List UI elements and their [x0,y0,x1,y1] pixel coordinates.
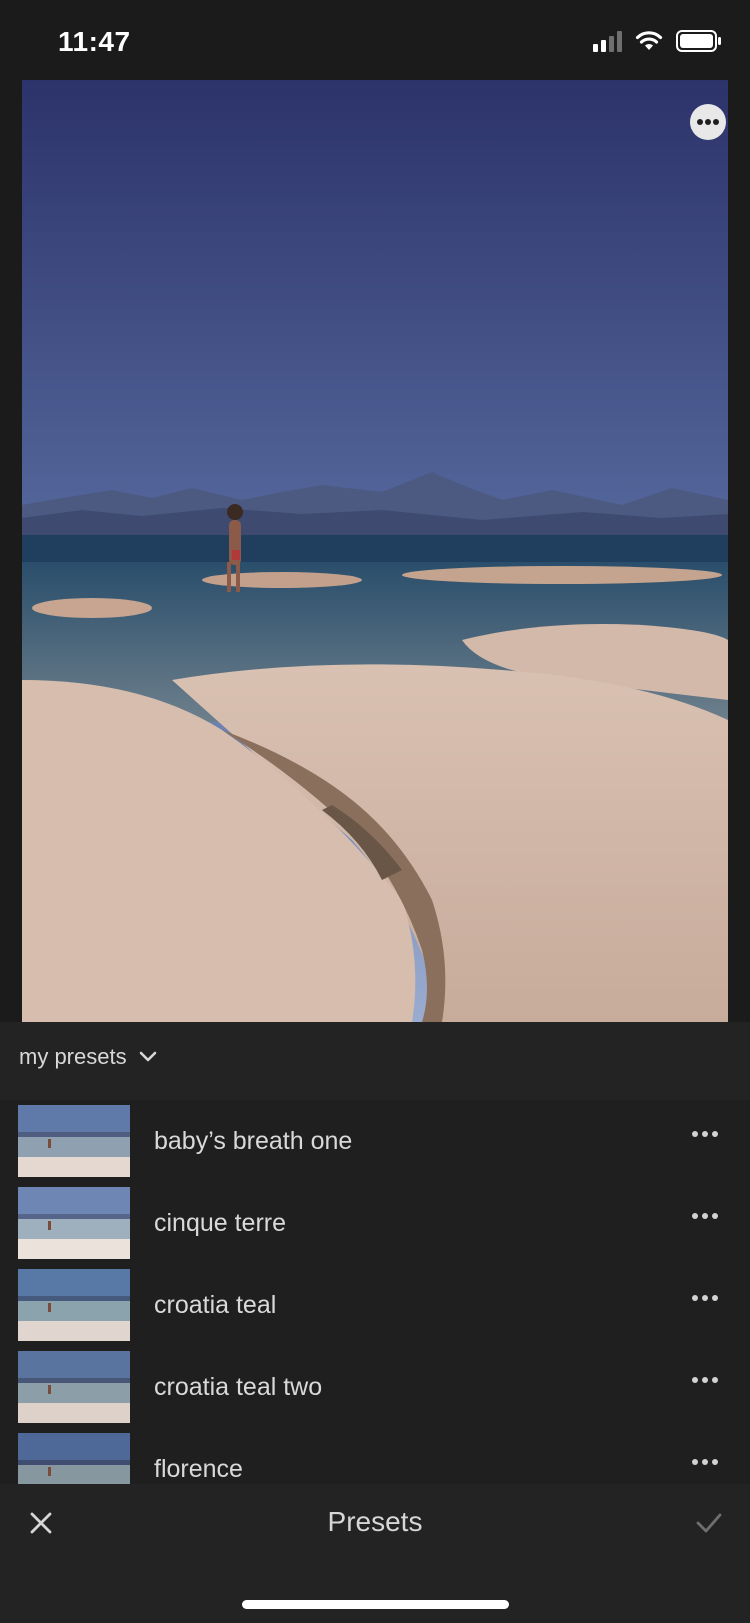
preset-thumbnail [18,1351,130,1423]
checkmark-icon [696,1513,722,1533]
status-bar: 11:47 [0,0,750,80]
presets-header: my presets [0,1022,750,1100]
preset-thumbnail [18,1269,130,1341]
preset-name: cinque terre [154,1208,287,1237]
wifi-icon [635,31,663,50]
chevron-down-icon [139,1051,156,1062]
status-time: 11:47 [58,26,131,57]
more-horizontal-icon[interactable] [692,1131,718,1137]
page-title: Presets [327,1506,423,1537]
more-horizontal-icon[interactable] [692,1213,718,1219]
home-indicator [242,1600,509,1609]
more-horizontal-icon[interactable] [692,1377,718,1383]
preset-thumbnail [18,1187,130,1259]
preset-group-dropdown[interactable]: my presets [19,1044,157,1070]
preset-thumbnail [18,1105,130,1177]
photo-image [22,80,728,1022]
preset-group-label: my presets [19,1044,127,1069]
preset-item[interactable]: baby’s breath one [0,1100,750,1182]
photo-preview[interactable] [22,80,728,1022]
preset-name: baby’s breath one [154,1126,353,1155]
preset-item[interactable]: croatia teal two [0,1346,750,1428]
cellular-signal-icon [593,30,622,52]
preset-name: croatia teal two [154,1372,323,1401]
preset-name: florence [154,1454,243,1483]
photo-more-button[interactable] [690,104,726,140]
preset-thumbnail [18,1433,130,1484]
preset-name: croatia teal [154,1290,277,1319]
battery-icon [676,30,721,52]
status-icons [593,30,722,52]
more-horizontal-icon[interactable] [692,1295,718,1301]
preset-item[interactable]: cinque terre [0,1182,750,1264]
more-horizontal-circle-icon [697,119,719,125]
confirm-button[interactable] [694,1508,724,1538]
more-horizontal-icon[interactable] [692,1459,718,1465]
preset-list[interactable]: baby’s breath one cinque terre croatia t… [0,1100,750,1484]
preset-item[interactable]: florence [0,1428,750,1484]
preset-item[interactable]: croatia teal [0,1264,750,1346]
